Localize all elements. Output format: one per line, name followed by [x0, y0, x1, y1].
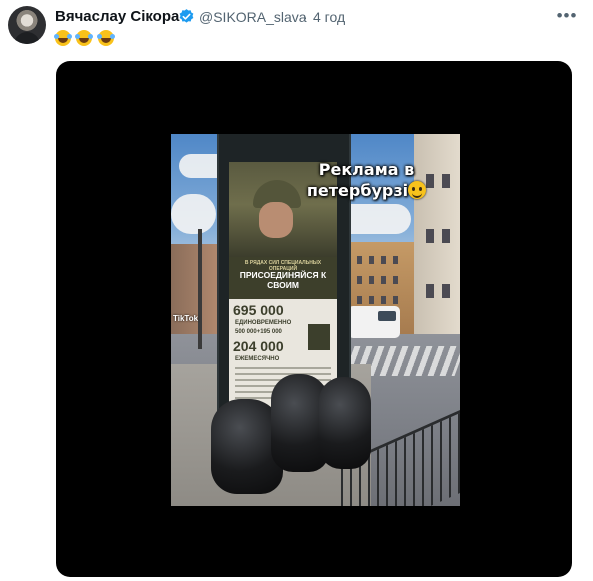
- post-text: [54, 29, 115, 49]
- more-horizontal-icon: •••: [556, 6, 578, 25]
- poster-amount-two: 204 000: [233, 338, 284, 354]
- separator-dot: ·: [303, 9, 308, 25]
- author-name[interactable]: Вячаслау Сікора: [55, 8, 179, 25]
- poster-badge: [308, 324, 330, 350]
- tiktok-watermark: TikTok: [173, 314, 199, 323]
- poster-note-three: ЕЖЕМЕСЯЧНО: [235, 356, 280, 362]
- garbage-bag: [319, 377, 371, 469]
- van: [348, 306, 400, 338]
- poster-note-one: ЕДИНОВРЕМЕННО: [235, 320, 292, 326]
- post-header: Вячаслау Сікора @SIKORA_slava · 4 год ••…: [0, 0, 593, 60]
- cloud: [171, 194, 216, 234]
- building-left: [171, 244, 221, 344]
- video-overlay-caption: Реклама в петербурзі: [289, 159, 444, 201]
- rolling-on-floor-laughing-emoji-icon: [54, 29, 71, 46]
- poster-amount-one: 695 000: [233, 302, 284, 318]
- rolling-on-floor-laughing-emoji-icon: [75, 29, 93, 46]
- street-pole: [198, 229, 202, 349]
- more-options-button[interactable]: •••: [553, 4, 581, 28]
- grinning-sweat-emoji-icon: [408, 181, 427, 199]
- video-frame: В РЯДАХ СИЛ СПЕЦИАЛЬНЫХ ОПЕРАЦИЙ ПРИСОЕД…: [171, 134, 460, 506]
- post-timestamp[interactable]: 4 год: [313, 9, 345, 25]
- rolling-on-floor-laughing-emoji-icon: [96, 29, 114, 46]
- overlay-caption-text: Реклама в петербурзі: [306, 160, 415, 200]
- poster-note-two: 500 000+195 000: [235, 329, 282, 335]
- author-handle[interactable]: @SIKORA_slava: [199, 9, 307, 25]
- poster-headline: ПРИСОЕДИНЯЙСЯ К СВОИМ: [239, 270, 327, 290]
- post-media-video[interactable]: В РЯДАХ СИЛ СПЕЦИАЛЬНЫХ ОПЕРАЦИЙ ПРИСОЕД…: [56, 61, 572, 577]
- verified-badge-icon: [179, 9, 194, 23]
- avatar[interactable]: [8, 6, 46, 44]
